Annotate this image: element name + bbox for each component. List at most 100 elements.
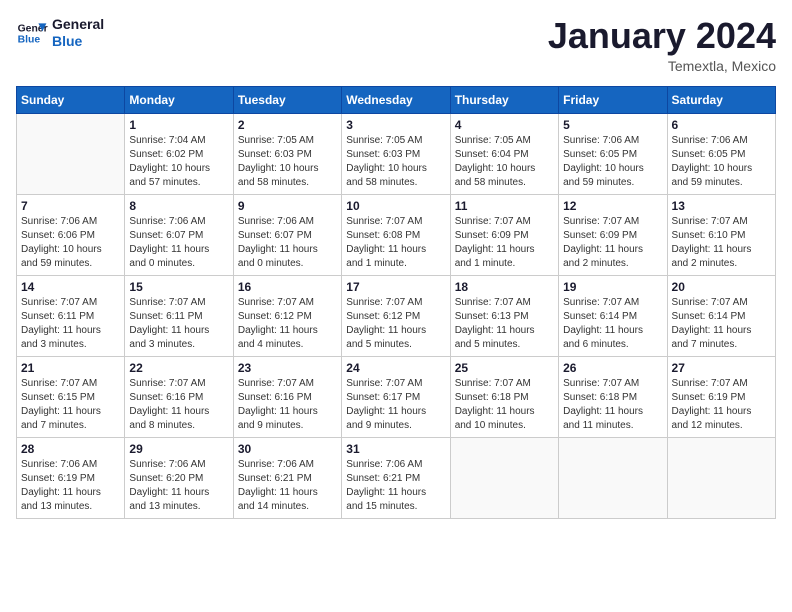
logo: General Blue General Blue xyxy=(16,16,104,50)
day-info: Sunrise: 7:06 AM Sunset: 6:07 PM Dayligh… xyxy=(129,215,228,271)
day-info: Sunrise: 7:07 AM Sunset: 6:11 PM Dayligh… xyxy=(21,296,120,352)
day-info: Sunrise: 7:07 AM Sunset: 6:15 PM Dayligh… xyxy=(21,377,120,433)
day-info: Sunrise: 7:05 AM Sunset: 6:04 PM Dayligh… xyxy=(455,134,554,190)
calendar-day-cell: 2 Sunrise: 7:05 AM Sunset: 6:03 PM Daylig… xyxy=(233,113,341,194)
calendar-day-cell: 6Sunrise: 7:06 AM Sunset: 6:05 PM Daylig… xyxy=(667,113,775,194)
calendar-day-cell: 30 Sunrise: 7:06 AM Sunset: 6:21 PM Dayli… xyxy=(233,437,341,518)
day-number: 7 xyxy=(21,199,120,213)
logo-general: General xyxy=(52,16,104,33)
calendar-day-cell: 17 Sunrise: 7:07 AM Sunset: 6:12 PM Dayli… xyxy=(342,275,450,356)
day-number: 26 xyxy=(563,361,662,375)
day-info: Sunrise: 7:07 AM Sunset: 6:14 PM Dayligh… xyxy=(563,296,662,352)
calendar-day-cell: 22Sunrise: 7:07 AM Sunset: 6:16 PM Dayli… xyxy=(125,356,233,437)
day-number: 8 xyxy=(129,199,228,213)
day-info: Sunrise: 7:04 AM Sunset: 6:02 PM Dayligh… xyxy=(129,134,228,190)
day-number: 1 xyxy=(129,118,228,132)
day-number: 29 xyxy=(129,442,228,456)
day-number: 31 xyxy=(346,442,445,456)
day-info: Sunrise: 7:06 AM Sunset: 6:21 PM Dayligh… xyxy=(346,458,445,514)
weekday-header-monday: Monday xyxy=(125,86,233,113)
calendar-day-cell: 3Sunrise: 7:05 AM Sunset: 6:03 PM Daylig… xyxy=(342,113,450,194)
calendar-day-cell: 21Sunrise: 7:07 AM Sunset: 6:15 PM Dayli… xyxy=(17,356,125,437)
calendar-day-cell: 13Sunrise: 7:07 AM Sunset: 6:10 PM Dayli… xyxy=(667,194,775,275)
calendar-day-cell: 12Sunrise: 7:07 AM Sunset: 6:09 PM Dayli… xyxy=(559,194,667,275)
page-header: General Blue General Blue January 2024 T… xyxy=(16,16,776,74)
day-number: 23 xyxy=(238,361,337,375)
weekday-header-sunday: Sunday xyxy=(17,86,125,113)
day-info: Sunrise: 7:07 AM Sunset: 6:12 PM Dayligh… xyxy=(346,296,445,352)
calendar-day-cell: 26 Sunrise: 7:07 AM Sunset: 6:18 PM Dayli… xyxy=(559,356,667,437)
day-info: Sunrise: 7:07 AM Sunset: 6:11 PM Dayligh… xyxy=(129,296,228,352)
day-number: 19 xyxy=(563,280,662,294)
day-info: Sunrise: 7:06 AM Sunset: 6:05 PM Dayligh… xyxy=(672,134,771,190)
calendar-empty-cell xyxy=(450,437,558,518)
calendar-day-cell: 14Sunrise: 7:07 AM Sunset: 6:11 PM Dayli… xyxy=(17,275,125,356)
calendar-day-cell: 20 Sunrise: 7:07 AM Sunset: 6:14 PM Dayli… xyxy=(667,275,775,356)
day-number: 16 xyxy=(238,280,337,294)
calendar-week-row: 14Sunrise: 7:07 AM Sunset: 6:11 PM Dayli… xyxy=(17,275,776,356)
day-number: 20 xyxy=(672,280,771,294)
calendar-table: SundayMondayTuesdayWednesdayThursdayFrid… xyxy=(16,86,776,519)
calendar-day-cell: 19 Sunrise: 7:07 AM Sunset: 6:14 PM Dayli… xyxy=(559,275,667,356)
weekday-header-tuesday: Tuesday xyxy=(233,86,341,113)
day-info: Sunrise: 7:07 AM Sunset: 6:16 PM Dayligh… xyxy=(238,377,337,433)
day-number: 24 xyxy=(346,361,445,375)
day-info: Sunrise: 7:07 AM Sunset: 6:16 PM Dayligh… xyxy=(129,377,228,433)
day-number: 4 xyxy=(455,118,554,132)
location-subtitle: Temextla, Mexico xyxy=(548,58,776,74)
calendar-empty-cell xyxy=(17,113,125,194)
title-block: January 2024 Temextla, Mexico xyxy=(548,16,776,74)
day-info: Sunrise: 7:07 AM Sunset: 6:13 PM Dayligh… xyxy=(455,296,554,352)
calendar-day-cell: 28Sunrise: 7:06 AM Sunset: 6:19 PM Dayli… xyxy=(17,437,125,518)
day-number: 10 xyxy=(346,199,445,213)
day-number: 30 xyxy=(238,442,337,456)
day-number: 9 xyxy=(238,199,337,213)
calendar-day-cell: 25Sunrise: 7:07 AM Sunset: 6:18 PM Dayli… xyxy=(450,356,558,437)
calendar-week-row: 28Sunrise: 7:06 AM Sunset: 6:19 PM Dayli… xyxy=(17,437,776,518)
day-info: Sunrise: 7:07 AM Sunset: 6:14 PM Dayligh… xyxy=(672,296,771,352)
calendar-day-cell: 9 Sunrise: 7:06 AM Sunset: 6:07 PM Daylig… xyxy=(233,194,341,275)
day-info: Sunrise: 7:06 AM Sunset: 6:20 PM Dayligh… xyxy=(129,458,228,514)
calendar-empty-cell xyxy=(559,437,667,518)
calendar-day-cell: 24 Sunrise: 7:07 AM Sunset: 6:17 PM Dayli… xyxy=(342,356,450,437)
calendar-day-cell: 16Sunrise: 7:07 AM Sunset: 6:12 PM Dayli… xyxy=(233,275,341,356)
day-number: 27 xyxy=(672,361,771,375)
day-info: Sunrise: 7:06 AM Sunset: 6:07 PM Dayligh… xyxy=(238,215,337,271)
day-info: Sunrise: 7:06 AM Sunset: 6:06 PM Dayligh… xyxy=(21,215,120,271)
calendar-day-cell: 29 Sunrise: 7:06 AM Sunset: 6:20 PM Dayli… xyxy=(125,437,233,518)
svg-text:Blue: Blue xyxy=(18,34,41,45)
calendar-day-cell: 1 Sunrise: 7:04 AM Sunset: 6:02 PM Daylig… xyxy=(125,113,233,194)
day-number: 13 xyxy=(672,199,771,213)
day-info: Sunrise: 7:07 AM Sunset: 6:08 PM Dayligh… xyxy=(346,215,445,271)
calendar-week-row: 1 Sunrise: 7:04 AM Sunset: 6:02 PM Daylig… xyxy=(17,113,776,194)
calendar-day-cell: 18 Sunrise: 7:07 AM Sunset: 6:13 PM Dayli… xyxy=(450,275,558,356)
calendar-day-cell: 23 Sunrise: 7:07 AM Sunset: 6:16 PM Dayli… xyxy=(233,356,341,437)
calendar-week-row: 7 Sunrise: 7:06 AM Sunset: 6:06 PM Daylig… xyxy=(17,194,776,275)
day-info: Sunrise: 7:07 AM Sunset: 6:09 PM Dayligh… xyxy=(563,215,662,271)
day-info: Sunrise: 7:06 AM Sunset: 6:19 PM Dayligh… xyxy=(21,458,120,514)
calendar-day-cell: 8 Sunrise: 7:06 AM Sunset: 6:07 PM Daylig… xyxy=(125,194,233,275)
day-number: 5 xyxy=(563,118,662,132)
calendar-empty-cell xyxy=(667,437,775,518)
calendar-week-row: 21Sunrise: 7:07 AM Sunset: 6:15 PM Dayli… xyxy=(17,356,776,437)
day-info: Sunrise: 7:05 AM Sunset: 6:03 PM Dayligh… xyxy=(238,134,337,190)
day-number: 11 xyxy=(455,199,554,213)
calendar-day-cell: 7 Sunrise: 7:06 AM Sunset: 6:06 PM Daylig… xyxy=(17,194,125,275)
calendar-day-cell: 4 Sunrise: 7:05 AM Sunset: 6:04 PM Daylig… xyxy=(450,113,558,194)
calendar-day-cell: 10 Sunrise: 7:07 AM Sunset: 6:08 PM Dayli… xyxy=(342,194,450,275)
day-number: 18 xyxy=(455,280,554,294)
calendar-day-cell: 11Sunrise: 7:07 AM Sunset: 6:09 PM Dayli… xyxy=(450,194,558,275)
weekday-header-friday: Friday xyxy=(559,86,667,113)
logo-icon: General Blue xyxy=(16,17,48,49)
day-number: 17 xyxy=(346,280,445,294)
day-info: Sunrise: 7:07 AM Sunset: 6:18 PM Dayligh… xyxy=(455,377,554,433)
day-info: Sunrise: 7:07 AM Sunset: 6:17 PM Dayligh… xyxy=(346,377,445,433)
calendar-day-cell: 5Sunrise: 7:06 AM Sunset: 6:05 PM Daylig… xyxy=(559,113,667,194)
weekday-header-wednesday: Wednesday xyxy=(342,86,450,113)
day-info: Sunrise: 7:07 AM Sunset: 6:18 PM Dayligh… xyxy=(563,377,662,433)
day-info: Sunrise: 7:06 AM Sunset: 6:21 PM Dayligh… xyxy=(238,458,337,514)
day-number: 15 xyxy=(129,280,228,294)
day-info: Sunrise: 7:07 AM Sunset: 6:19 PM Dayligh… xyxy=(672,377,771,433)
day-number: 2 xyxy=(238,118,337,132)
calendar-header-row: SundayMondayTuesdayWednesdayThursdayFrid… xyxy=(17,86,776,113)
